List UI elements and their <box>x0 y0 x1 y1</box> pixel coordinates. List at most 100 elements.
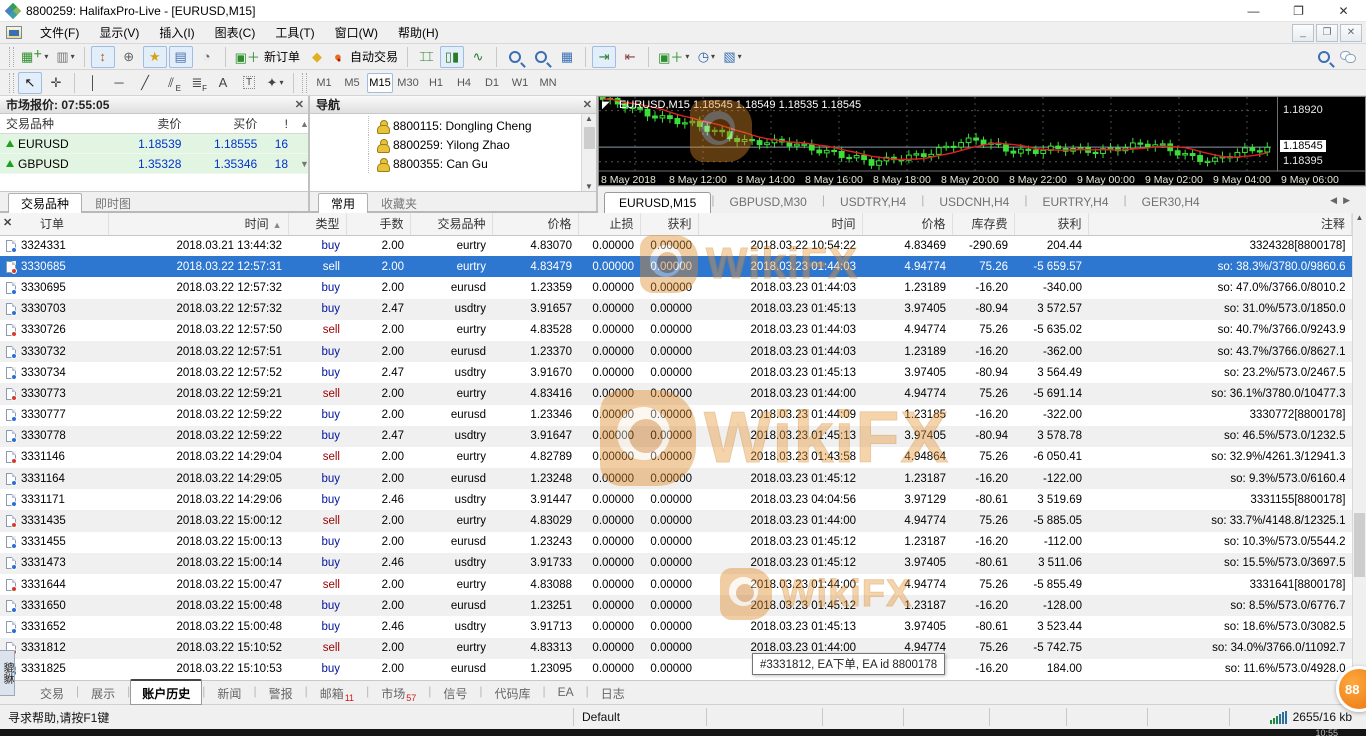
navigator-tab[interactable]: 常用 <box>318 193 369 213</box>
data-window-button[interactable]: ⊕ <box>117 46 141 68</box>
timeframe-button-h4[interactable]: H4 <box>451 73 477 93</box>
toolbar-grip[interactable] <box>9 46 14 67</box>
history-col-header-11[interactable]: 获利 <box>1014 213 1089 236</box>
terminal-tab-10[interactable]: 日志 <box>589 681 637 705</box>
chart-tab-3[interactable]: USDCNH,H4 <box>924 191 1024 213</box>
history-col-header-0[interactable]: 订单 <box>0 213 109 236</box>
history-row-3330732[interactable]: 3330732 2018.03.22 12:57:51 buy 2.00 eurusd 1… <box>0 340 1352 363</box>
navigator-toggle[interactable]: ★ <box>142 45 167 68</box>
terminal-tab-7[interactable]: 信号 <box>431 681 479 705</box>
history-row-3324331[interactable]: 3324331 2018.03.21 13:44:32 buy 2.00 eurtry 4… <box>0 235 1352 256</box>
timeframe-button-m15[interactable]: M15 <box>367 72 393 93</box>
navigator-scrollbar[interactable]: ▲ ▼ <box>581 114 596 191</box>
history-col-header-5[interactable]: 价格 <box>492 213 579 236</box>
history-row-3330778[interactable]: 3330778 2018.03.22 12:59:22 buy 2.47 usdtry 3… <box>0 425 1352 447</box>
history-row-3331825[interactable]: 3331825 2018.03.22 15:10:53 buy 2.00 eurusd 1… <box>0 659 1352 680</box>
terminal-close-icon[interactable]: ✕ <box>3 216 12 229</box>
history-col-header-6[interactable]: 止损 <box>578 213 641 236</box>
timeframe-button-m30[interactable]: M30 <box>395 73 421 93</box>
tile-windows-button[interactable]: ▦ <box>555 46 579 68</box>
new-order-button[interactable]: ▣＋ 新订单 <box>232 46 303 68</box>
history-row-3331146[interactable]: 3331146 2018.03.22 14:29:04 sell 2.00 eurtry… <box>0 447 1352 468</box>
restore-button[interactable]: ❐ <box>1276 0 1321 22</box>
toolbar-grip[interactable] <box>302 72 307 93</box>
terminal-tab-3[interactable]: 新闻 <box>205 681 253 705</box>
zoom-out-button[interactable] <box>529 46 553 68</box>
history-col-header-7[interactable]: 获利 <box>640 213 699 236</box>
chart-tab-0[interactable]: EURUSD,M15 <box>604 192 712 213</box>
terminal-tab-6[interactable]: 市场57 <box>369 681 428 706</box>
periods-button[interactable]: ◷ ▾ <box>694 46 718 68</box>
history-row-3331455[interactable]: 3331455 2018.03.22 15:00:13 buy 2.00 eurusd 1… <box>0 532 1352 553</box>
crosshair-button[interactable]: ✛ <box>44 72 68 94</box>
history-row-3330773[interactable]: 3330773 2018.03.22 12:59:21 sell 2.00 eurtry… <box>0 383 1352 405</box>
fibonacci-button[interactable]: ≣ F <box>185 72 209 94</box>
scroll-down-icon[interactable]: ▼ <box>585 182 593 191</box>
menu-item-2[interactable]: 插入(I) <box>149 22 204 44</box>
chart-restore-button[interactable]: ❐ <box>1316 23 1338 42</box>
search-icon[interactable] <box>1318 50 1330 63</box>
history-row-3330695[interactable]: 3330695 2018.03.22 12:57:32 buy 2.00 eurusd 1… <box>0 277 1352 298</box>
autotrading-button[interactable]: ● ● 自动交易 <box>331 46 401 68</box>
navigator-tab[interactable]: 收藏夹 <box>368 193 430 214</box>
market-watch-row-gbpusd[interactable]: GBPUSD 1.35328 1.35346 18 ▼ <box>0 154 309 174</box>
history-row-3330726[interactable]: 3330726 2018.03.22 12:57:50 sell 2.00 eurtry… <box>0 320 1352 341</box>
chart-tab-2[interactable]: USDTRY,H4 <box>825 191 921 213</box>
terminal-toggle[interactable]: ▤ <box>168 45 193 68</box>
history-row-3331435[interactable]: 3331435 2018.03.22 15:00:12 sell 2.00 eurtry… <box>0 510 1352 532</box>
trendline-button[interactable]: ╱ <box>133 72 157 94</box>
history-col-header-3[interactable]: 手数 <box>346 213 411 236</box>
menu-item-0[interactable]: 文件(F) <box>30 22 89 44</box>
terminal-tab-4[interactable]: 警报 <box>257 681 305 705</box>
navigator-account-item[interactable]: 8800355: Can Gu <box>368 154 581 173</box>
wikifx-side-tab[interactable]: 貔貅 <box>0 650 15 696</box>
vertical-line-button[interactable]: │ <box>81 72 105 94</box>
chart-tab-scroll-arrows[interactable]: ◀▶ <box>1330 195 1366 206</box>
auto-scroll-button[interactable]: ⇥ <box>592 45 617 68</box>
timeframe-button-m1[interactable]: M1 <box>311 73 337 93</box>
terminal-tab-0[interactable]: 交易 <box>28 681 76 705</box>
candlestick-button[interactable]: ▯▮ <box>440 45 465 68</box>
history-row-3330685[interactable]: 3330685 2018.03.22 12:57:31 sell 2.00 eurtry… <box>0 256 1352 278</box>
market-watch-row-eurusd[interactable]: EURUSD 1.18539 1.18555 16 <box>0 134 308 154</box>
history-row-3331652[interactable]: 3331652 2018.03.22 15:00:48 buy 2.46 usdtry 3… <box>0 616 1352 637</box>
text-button[interactable]: A <box>211 72 235 94</box>
minimize-button[interactable]: — <box>1231 0 1276 22</box>
navigator-account-item[interactable]: 8800115: Dongling Cheng <box>368 116 581 135</box>
channel-button[interactable]: ⫽ E <box>159 72 183 94</box>
scroll-up-icon[interactable]: ▲ <box>294 119 309 129</box>
history-row-3331171[interactable]: 3331171 2018.03.22 14:29:06 buy 2.46 usdtry 3… <box>0 489 1352 510</box>
templates-button[interactable]: ▧ ▾ <box>720 46 744 68</box>
timeframe-button-h1[interactable]: H1 <box>423 73 449 93</box>
zoom-in-button[interactable] <box>503 46 527 68</box>
history-row-3331164[interactable]: 3331164 2018.03.22 14:29:05 buy 2.00 eurusd 1… <box>0 468 1352 490</box>
bar-chart-button[interactable]: ⌶⌶ <box>414 46 438 68</box>
terminal-tab-9[interactable]: EA <box>546 681 586 702</box>
price-chart[interactable]: ◤ EURUSD,M15 1.18545 1.18549 1.18535 1.1… <box>598 96 1366 186</box>
history-col-header-4[interactable]: 交易品种 <box>410 213 493 236</box>
close-button[interactable]: ✕ <box>1321 0 1366 22</box>
metaeditor-button[interactable]: ◆ <box>305 46 329 68</box>
terminal-tab-8[interactable]: 代码库 <box>482 681 542 705</box>
indicators-button[interactable]: ▣＋ ▾ <box>655 46 692 68</box>
navigator-account-item[interactable]: 8800259: Yilong Zhao <box>368 135 581 154</box>
toolbar-grip[interactable] <box>9 72 14 93</box>
history-row-3331812[interactable]: 3331812 2018.03.22 15:10:52 sell 2.00 eurtry… <box>0 637 1352 659</box>
history-row-3331650[interactable]: 3331650 2018.03.22 15:00:48 buy 2.00 eurusd 1… <box>0 595 1352 617</box>
timeframe-button-d1[interactable]: D1 <box>479 73 505 93</box>
shapes-button[interactable]: ✦ ▾ <box>263 72 287 94</box>
timeframe-button-m5[interactable]: M5 <box>339 73 365 93</box>
market-watch-close-icon[interactable]: ✕ <box>295 98 304 111</box>
status-profile[interactable]: Default <box>582 710 620 724</box>
strategy-tester-button[interactable]: ◔ <box>195 46 219 68</box>
menu-item-1[interactable]: 显示(V) <box>89 22 149 44</box>
scroll-up-icon[interactable]: ▲ <box>585 114 593 123</box>
history-row-3330703[interactable]: 3330703 2018.03.22 12:57:32 buy 2.47 usdtry 3… <box>0 298 1352 320</box>
chart-tab-1[interactable]: GBPUSD,M30 <box>714 191 821 213</box>
history-col-header-1[interactable]: 时间 ▲ <box>108 213 289 236</box>
menu-item-6[interactable]: 帮助(H) <box>388 22 449 44</box>
terminal-tab-2[interactable]: 账户历史 <box>130 679 203 705</box>
chart-tab-4[interactable]: EURTRY,H4 <box>1027 191 1123 213</box>
chart-close-button[interactable]: ✕ <box>1340 23 1362 42</box>
navigator-close-icon[interactable]: ✕ <box>583 98 592 111</box>
